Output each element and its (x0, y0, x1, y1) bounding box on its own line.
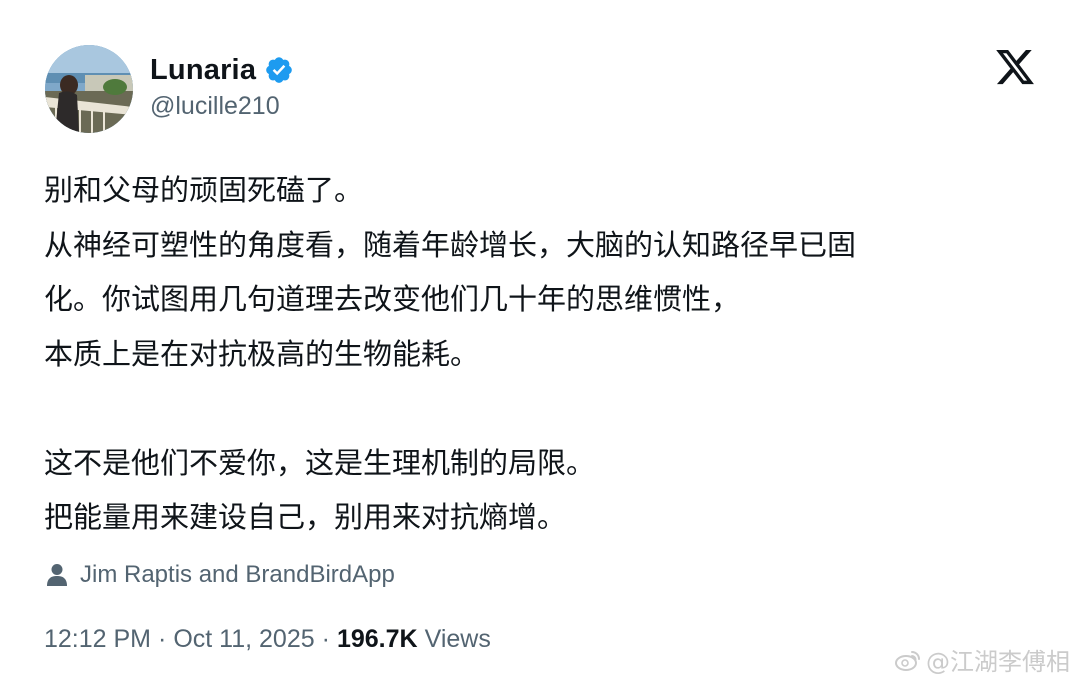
meta-separator: · (321, 625, 330, 653)
watermark-text: @江湖李傅相 (926, 648, 1070, 676)
display-name[interactable]: Lunaria (150, 54, 256, 87)
avatar[interactable] (45, 45, 133, 133)
avatar-image (45, 45, 133, 133)
tweet-meta: 12:12 PM · Oct 11, 2025 · 196.7K Views (44, 625, 491, 654)
x-logo-icon[interactable] (994, 46, 1036, 88)
meta-separator: · (158, 625, 167, 653)
author-name-row[interactable]: Lunaria (150, 52, 294, 88)
person-icon (47, 564, 67, 586)
tweet-line: 把能量用来建设自己，别用来对抗熵增。 (44, 500, 567, 534)
tweet-time[interactable]: 12:12 PM (44, 625, 151, 654)
tweet-line: 别和父母的顽固死磕了。 (44, 173, 364, 207)
watermark: @江湖李傅相 (894, 642, 1070, 677)
tweet-line: 这不是他们不爱你，这是生理机制的局限。 (44, 445, 596, 480)
social-context[interactable]: Jim Raptis and BrandBirdApp (46, 560, 395, 590)
tweet-line: 化。你试图用几句道理去改变他们几十年的思维惯性， (44, 282, 741, 316)
weibo-icon (895, 650, 920, 671)
tweet-date[interactable]: Oct 11, 2025 (173, 625, 314, 654)
tweet-line: 本质上是在对抗极高的生物能耗。 (44, 336, 480, 371)
tweet-text: 别和父母的顽固死磕了。 从神经可塑性的角度看，随着年龄增长，大脑的认知路径早已固… (44, 163, 1044, 545)
context-text[interactable]: Jim Raptis and BrandBirdApp (80, 561, 395, 589)
views-count[interactable]: 196.7K (337, 625, 418, 654)
tweet-line: 从神经可塑性的角度看，随着年龄增长，大脑的认知路径早已固 (44, 227, 857, 262)
author-handle[interactable]: @lucille210 (150, 92, 280, 121)
tweet-card: Lunaria @lucille210 别和父母的顽固死磕了。 从神经可塑性的角… (0, 0, 1080, 687)
verified-badge-icon (266, 57, 292, 83)
views-label: Views (424, 625, 491, 653)
